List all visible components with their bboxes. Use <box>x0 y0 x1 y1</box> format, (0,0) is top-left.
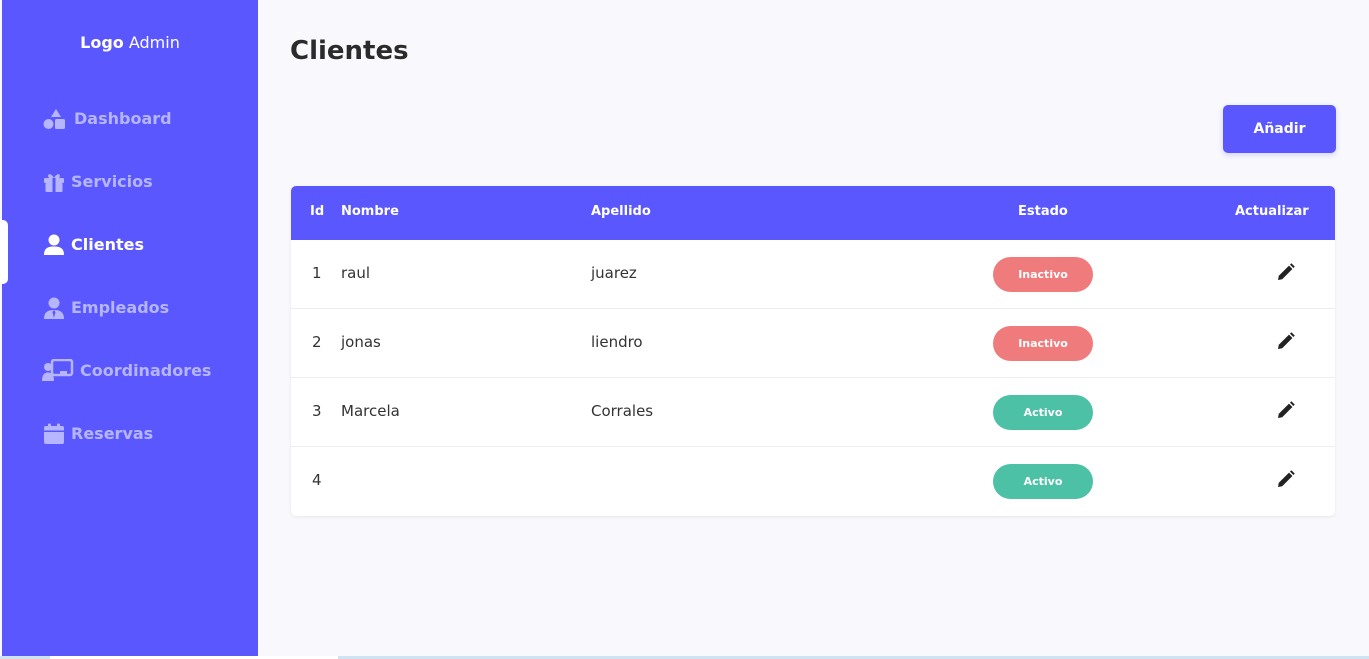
column-header-estado: Estado <box>1018 204 1068 219</box>
add-button[interactable]: Añadir <box>1223 105 1336 153</box>
sidebar-item-label: Dashboard <box>74 109 172 128</box>
sidebar-item-reservas[interactable]: Reservas <box>2 414 258 454</box>
cell-apellido: juarez <box>591 264 637 282</box>
sidebar-item-label: Clientes <box>71 235 144 254</box>
cell-apellido: liendro <box>591 333 643 351</box>
active-indicator <box>0 220 8 284</box>
pencil-icon <box>1278 470 1295 487</box>
sidebar-item-clientes[interactable]: Clientes <box>0 220 258 284</box>
sidebar-item-label: Servicios <box>71 172 153 191</box>
sidebar: Logo Admin Dashboard Servicios Clientes … <box>0 0 258 656</box>
edit-button[interactable] <box>1274 260 1298 284</box>
cell-id: 4 <box>312 471 322 489</box>
pencil-icon <box>1278 263 1295 280</box>
sidebar-item-servicios[interactable]: Servicios <box>2 162 258 202</box>
cell-id: 1 <box>312 264 322 282</box>
chalkboard-user-icon <box>42 359 74 383</box>
table-row: 3 Marcela Corrales Activo <box>291 378 1335 447</box>
status-badge: Activo <box>993 464 1093 499</box>
sidebar-item-coordinadores[interactable]: Coordinadores <box>2 351 258 391</box>
table-row: 2 jonas liendro Inactivo <box>291 309 1335 378</box>
sidebar-item-dashboard[interactable]: Dashboard <box>2 99 258 139</box>
cell-apellido: Corrales <box>591 402 654 420</box>
edit-button[interactable] <box>1274 467 1298 491</box>
table-header: Id Nombre Apellido Estado Actualizar <box>291 186 1335 240</box>
status-badge: Inactivo <box>993 326 1093 361</box>
cell-id: 2 <box>312 333 322 351</box>
cell-id: 3 <box>312 402 322 420</box>
sidebar-item-label: Coordinadores <box>80 361 212 380</box>
status-badge: Inactivo <box>993 257 1093 292</box>
column-header-apellido: Apellido <box>591 204 651 219</box>
clients-table: Id Nombre Apellido Estado Actualizar 1 r… <box>291 186 1335 516</box>
gift-icon <box>42 170 66 194</box>
table-row: 4 Activo <box>291 447 1335 516</box>
sidebar-item-empleados[interactable]: Empleados <box>2 288 258 328</box>
app-root: Logo Admin Dashboard Servicios Clientes … <box>0 0 1369 659</box>
cell-nombre: jonas <box>341 333 381 351</box>
user-tie-icon <box>42 296 66 320</box>
edit-button[interactable] <box>1274 329 1298 353</box>
shapes-icon <box>42 107 66 131</box>
column-header-nombre: Nombre <box>341 204 399 219</box>
page-title: Clientes <box>290 36 409 66</box>
edit-button[interactable] <box>1274 398 1298 422</box>
pencil-icon <box>1278 332 1295 349</box>
column-header-actualizar: Actualizar <box>1235 204 1309 219</box>
calendar-icon <box>42 422 66 446</box>
logo[interactable]: Logo Admin <box>2 33 258 52</box>
cell-nombre: Marcela <box>341 402 400 420</box>
logo-rest: Admin <box>128 33 180 52</box>
status-badge: Activo <box>993 395 1093 430</box>
sidebar-item-label: Empleados <box>71 298 170 317</box>
cell-nombre: raul <box>341 264 371 282</box>
column-header-id: Id <box>310 204 325 219</box>
pencil-icon <box>1278 401 1295 418</box>
user-icon <box>42 233 66 257</box>
sidebar-item-label: Reservas <box>71 424 154 443</box>
table-row: 1 raul juarez Inactivo <box>291 240 1335 309</box>
logo-bold: Logo <box>80 33 124 52</box>
